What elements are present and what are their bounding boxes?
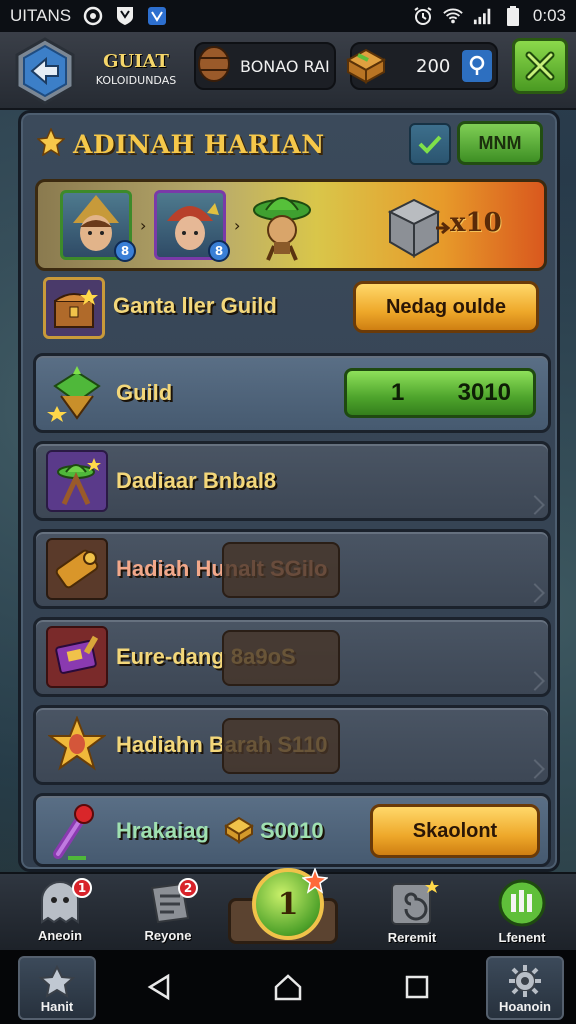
progress-current: 1	[391, 379, 405, 406]
sparkle-star-icon	[300, 866, 330, 898]
task-label: Hrakaiag	[116, 818, 209, 843]
locked-reward	[222, 630, 340, 686]
signal-icon	[473, 6, 493, 26]
potion-wand-icon	[46, 800, 108, 862]
reward-banner: 8 › 8 › x10	[35, 179, 547, 271]
task-row-7: Hrakaiag S0010 Skaolont	[33, 793, 551, 867]
task-row-6: Hadiahn Barah S110	[33, 705, 551, 785]
resource-1-label: BONAO RAI	[240, 56, 330, 76]
nav-item-4[interactable]: Reremit	[372, 878, 452, 950]
resource-pill-2: 200	[345, 42, 498, 90]
panel-title: ADINAH HARIAN	[73, 129, 325, 159]
carrier-label: UITANS	[10, 6, 72, 25]
barrel-icon	[194, 44, 234, 88]
recents-square-icon	[405, 975, 429, 999]
settings-tile-button[interactable]: Hoanoin	[486, 956, 564, 1020]
nav-item-1[interactable]: 1 Aneoin	[20, 878, 100, 950]
resource-pill-1: BONAO RAI	[194, 42, 336, 90]
nav-label: Reyone	[144, 928, 192, 943]
tile-label: Hoanoin	[499, 999, 551, 1014]
wifi-icon	[443, 6, 463, 26]
notification-badge: 1	[72, 878, 92, 898]
locked-reward	[222, 718, 340, 774]
nav-label: Lfenent	[498, 930, 546, 945]
back-triangle-icon	[147, 973, 170, 1001]
bottom-nav: 1 Aneoin 2 Reyone 1 Reremit Lfenent	[0, 866, 576, 950]
chevron-icon	[525, 671, 545, 691]
back-button[interactable]	[10, 36, 80, 106]
top-header: GUIAT KOLOIDUNDAS BONAO RAI 200	[0, 32, 576, 110]
guild-emblem-icon	[46, 362, 108, 424]
home-icon	[274, 974, 302, 1001]
chest-icon	[43, 277, 105, 339]
battery-icon	[503, 6, 523, 26]
target-icon	[83, 6, 103, 26]
claim-button[interactable]: Nedag oulde	[353, 281, 539, 333]
chevron-icon	[525, 759, 545, 779]
tile-label: Hanit	[40, 999, 74, 1014]
spellbook-icon	[46, 626, 108, 688]
guild-info: GUIAT KOLOIDUNDAS	[86, 38, 186, 100]
gold-coin-icon	[222, 814, 256, 850]
guild-subtitle: KOLOIDUNDAS	[95, 74, 177, 87]
notification-badge: 2	[178, 878, 198, 898]
star-icon	[36, 127, 66, 160]
alarm-icon	[413, 6, 433, 26]
task-label: Dadiaar Bnbal8	[116, 468, 277, 493]
check-icon	[418, 135, 442, 154]
goblin-hat-icon	[248, 188, 318, 268]
nav-label: Aneoin	[37, 928, 83, 943]
goblin-totem-icon	[46, 450, 108, 512]
scroll-icon	[46, 538, 108, 600]
back-system-button[interactable]	[144, 972, 174, 1002]
progress-total: 3010	[457, 379, 511, 406]
chevron-icon	[525, 583, 545, 603]
nav-label: Reremit	[387, 930, 437, 945]
guild-title: GUIAT	[103, 51, 169, 72]
task-label: Guild	[116, 380, 173, 405]
supply-crate-icon	[344, 44, 388, 88]
resource-2-value: 200	[416, 55, 451, 77]
hero-level-badge-1: 8	[114, 240, 136, 262]
task-row-5: Eure-dang 8a9oS	[33, 617, 551, 697]
task-label: Ganta ller Guild	[113, 293, 277, 318]
nav-item-5[interactable]: Lfenent	[482, 878, 562, 950]
chevron-icon	[525, 495, 545, 515]
status-bar: UITANS 0:03	[0, 0, 576, 32]
tools-icon	[525, 51, 555, 81]
task-row-guild-talk: Ganta ller Guild Nedag oulde	[33, 273, 551, 343]
star-medal-icon	[46, 714, 108, 776]
back-arrow-icon	[15, 37, 75, 105]
nav-item-2[interactable]: 2 Reyone	[128, 878, 208, 950]
home-tile-button[interactable]: Hanit	[18, 956, 96, 1020]
daily-reward-panel: ADINAH HARIAN MNM 8 › 8 › x10 Ganta ller…	[18, 110, 560, 872]
shop-button[interactable]	[512, 38, 568, 94]
system-nav-bar: Hanit Hoanoin	[0, 950, 576, 1024]
clock: 0:03	[532, 6, 566, 25]
gear-icon	[509, 965, 541, 997]
shield-icon	[115, 6, 135, 26]
star-burst-icon	[38, 965, 76, 998]
locked-reward	[222, 542, 340, 598]
task-row-4: Hadiah Hunalt SGilo	[33, 529, 551, 609]
task-row-3: Dadiaar Bnbal8	[33, 441, 551, 521]
progress-button[interactable]: 1 3010	[344, 368, 536, 418]
task-row-guild: Guild 1 3010	[33, 353, 551, 433]
confirm-button[interactable]	[409, 123, 451, 165]
spiral-shield-icon	[391, 880, 439, 925]
arrow-icon: ›	[234, 216, 241, 235]
max-button[interactable]: MNM	[457, 121, 543, 165]
currency-icon	[462, 50, 492, 82]
app-icon	[147, 6, 167, 26]
stats-bars-icon	[498, 879, 546, 927]
reward-multiplier: x10	[450, 208, 502, 238]
arrow-icon: ›	[140, 216, 147, 235]
stone-chest-icon	[384, 194, 444, 264]
hero-level-badge-2: 8	[208, 240, 230, 262]
reward-amount: S0010	[260, 818, 324, 843]
panel-header: ADINAH HARIAN MNM	[21, 113, 557, 175]
claim-button[interactable]: Skaolont	[370, 804, 540, 858]
home-system-button[interactable]	[273, 972, 303, 1002]
recents-system-button[interactable]	[402, 972, 432, 1002]
